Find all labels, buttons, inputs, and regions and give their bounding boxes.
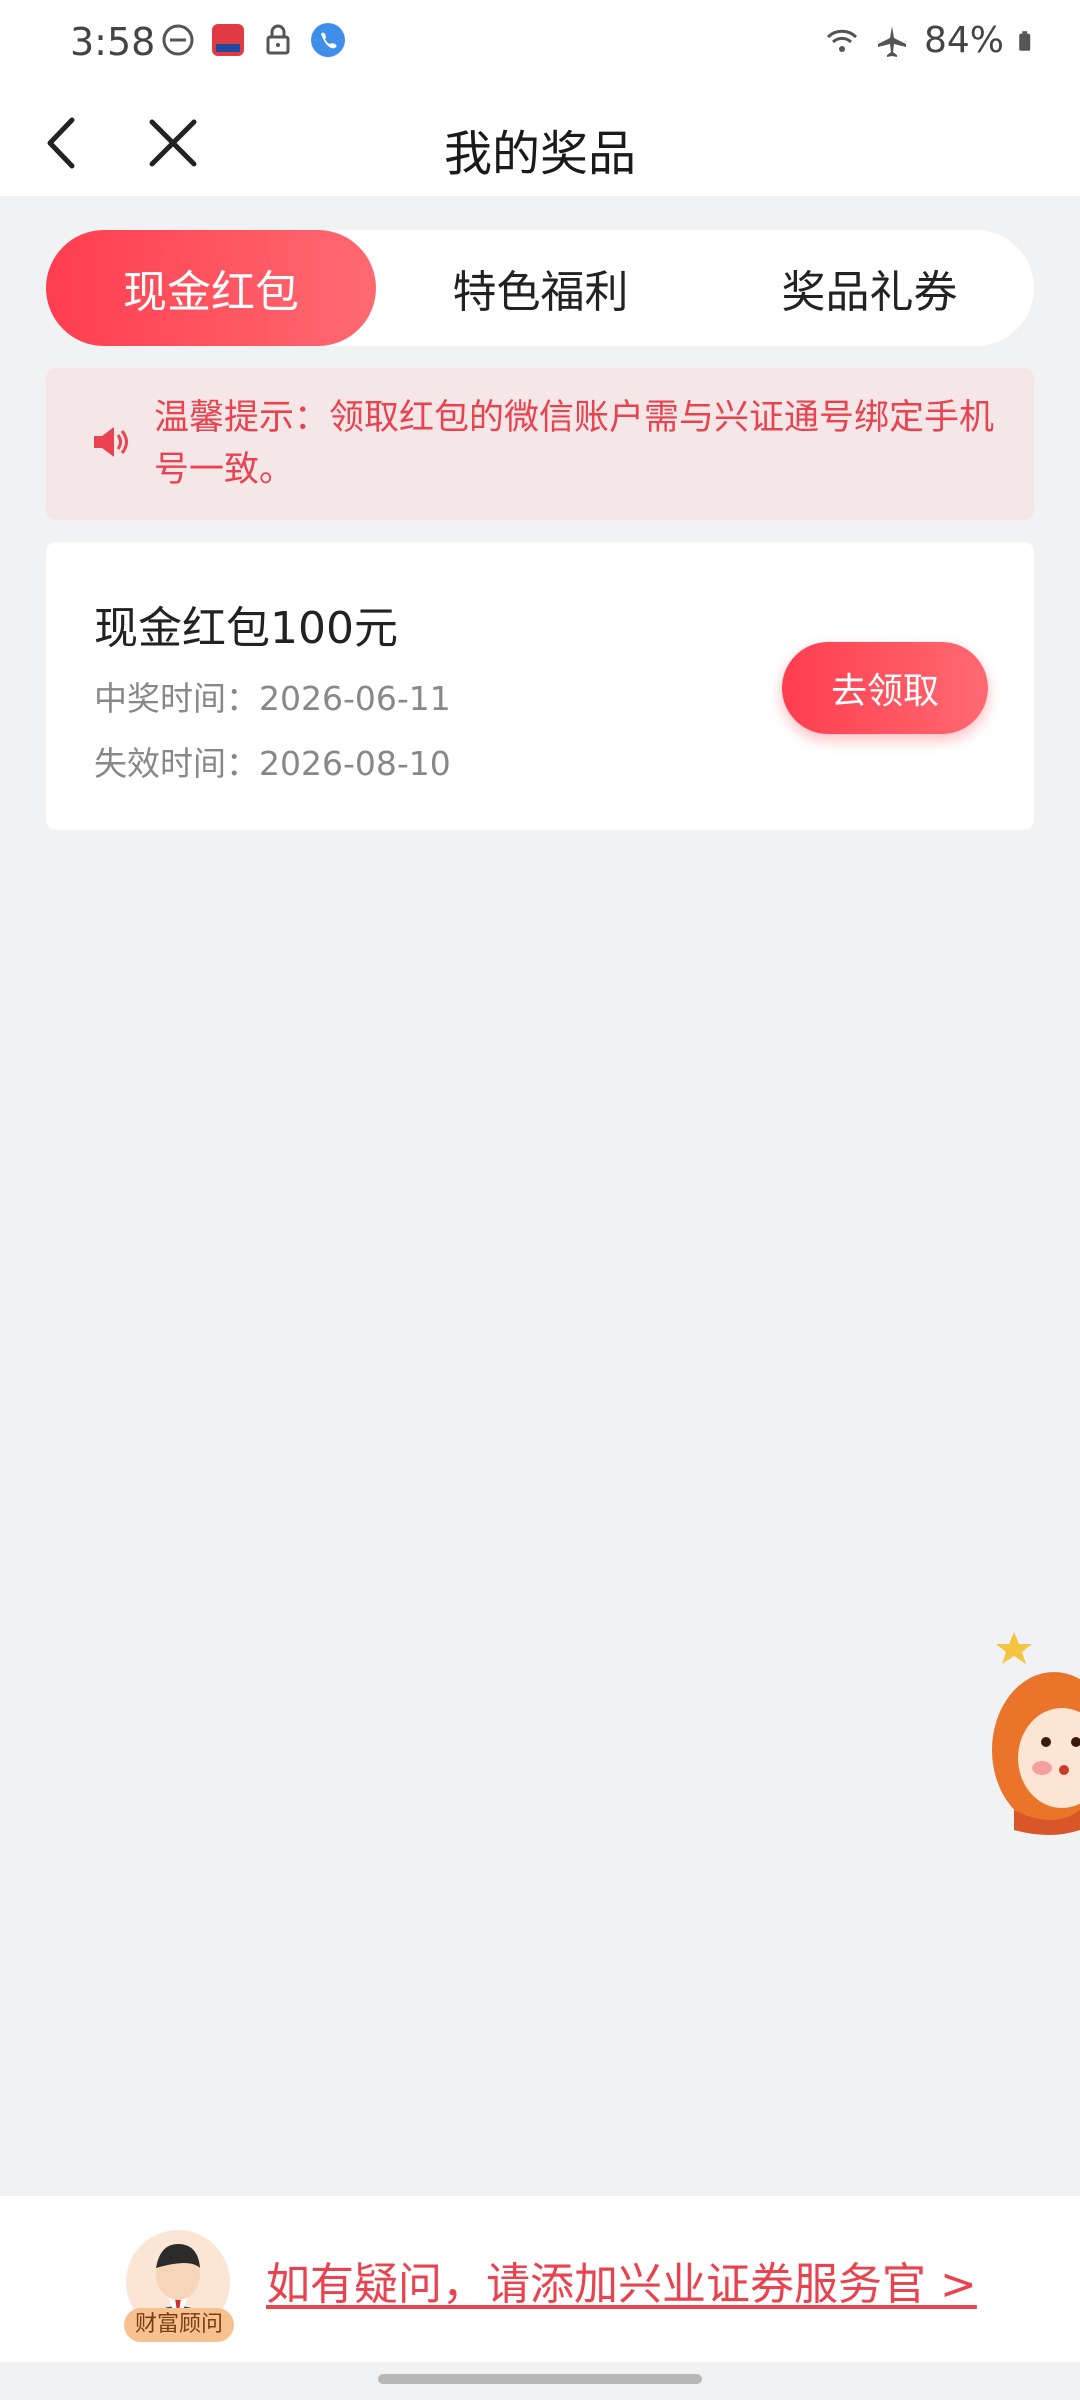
lock-icon [266,24,290,55]
battery-icon [1019,30,1031,51]
page-title: 我的奖品 [443,126,636,182]
prize-title: 现金红包100元 [94,603,398,654]
advisor-contact-link[interactable]: 如有疑问，请添加兴业证券服务官 > [266,2248,977,2312]
prize-expire-time: 失效时间：2026-08-10 [94,744,451,783]
speaker-icon [94,427,128,457]
app-notification-icon [212,24,244,56]
footer-bar: 财富顾问 如有疑问，请添加兴业证券服务官 > [0,2196,1080,2362]
status-right: 84% [824,20,1040,61]
wifi-icon [826,29,858,52]
call-icon [311,23,345,57]
airplane-icon [877,25,906,57]
mascot-float-icon[interactable] [984,1630,1080,1840]
status-bar: 3:58 84% [0,0,1080,90]
status-left-icons [160,22,346,58]
claim-button[interactable]: 去领取 [782,642,988,734]
tab-prize-coupons[interactable]: 奖品礼券 [705,230,1034,346]
battery-percent: 84% [923,20,1004,61]
tip-banner: 温馨提示：领取红包的微信账户需与兴证通号绑定手机号一致。 [46,368,1034,520]
advisor-badge: 财富顾问 [124,2308,234,2342]
dnd-icon [162,24,194,56]
tip-text: 温馨提示：领取红包的微信账户需与兴证通号绑定手机号一致。 [154,398,995,490]
tab-cash-redpacket[interactable]: 现金红包 [46,230,376,346]
nav-bar: 我的奖品 [0,90,1080,196]
prize-win-time: 中奖时间：2026-06-11 [94,679,451,718]
status-time: 3:58 [70,20,156,64]
tab-special-benefits[interactable]: 特色福利 [376,230,705,346]
home-indicator[interactable] [378,2374,702,2384]
prize-tabs: 现金红包 特色福利 奖品礼券 [46,230,1034,346]
prize-card: 现金红包100元 中奖时间：2026-06-11 失效时间：2026-08-10… [46,542,1034,830]
